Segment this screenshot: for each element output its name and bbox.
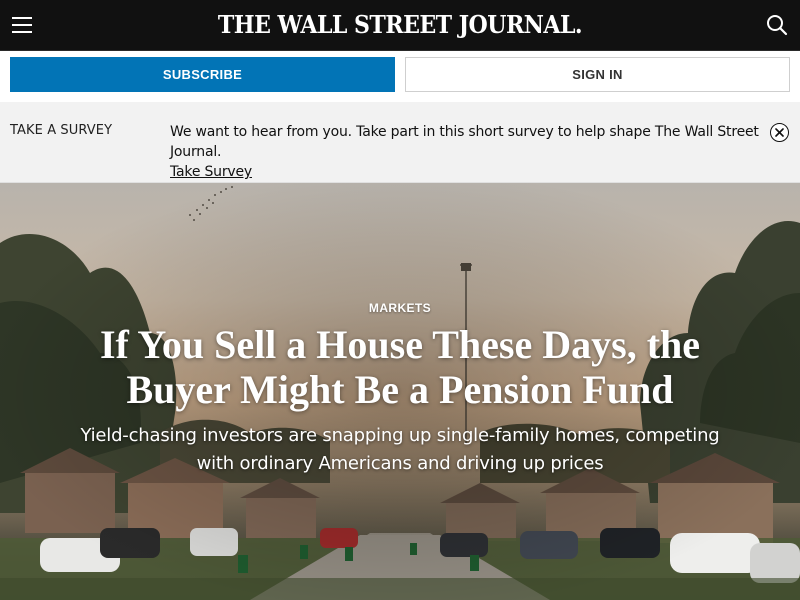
survey-message: We want to hear from you. Take part in t… <box>170 124 759 160</box>
article-headline[interactable]: If You Sell a House These Days, the Buye… <box>80 322 720 412</box>
hamburger-menu-icon[interactable] <box>12 17 32 33</box>
close-circle-icon[interactable] <box>770 123 789 142</box>
subscribe-button[interactable]: SUBSCRIBE <box>10 57 395 92</box>
top-navigation-bar: THE WALL STREET JOURNAL. <box>0 0 800 51</box>
survey-label: TAKE A SURVEY <box>10 123 113 138</box>
survey-banner: TAKE A SURVEY We want to hear from you. … <box>0 102 800 183</box>
wsj-masthead-logo[interactable]: THE WALL STREET JOURNAL. <box>32 10 768 39</box>
article-dek: Yield-chasing investors are snapping up … <box>80 425 720 474</box>
hero-article[interactable]: MARKETS If You Sell a House These Days, … <box>0 183 800 600</box>
survey-message-block: We want to hear from you. Take part in t… <box>170 122 760 182</box>
article-category[interactable]: MARKETS <box>0 301 800 315</box>
take-survey-link[interactable]: Take Survey <box>170 164 252 180</box>
sign-in-button[interactable]: SIGN IN <box>405 57 790 92</box>
auth-button-row: SUBSCRIBE SIGN IN <box>0 51 800 102</box>
search-icon[interactable] <box>766 14 788 36</box>
close-icon <box>775 128 784 137</box>
